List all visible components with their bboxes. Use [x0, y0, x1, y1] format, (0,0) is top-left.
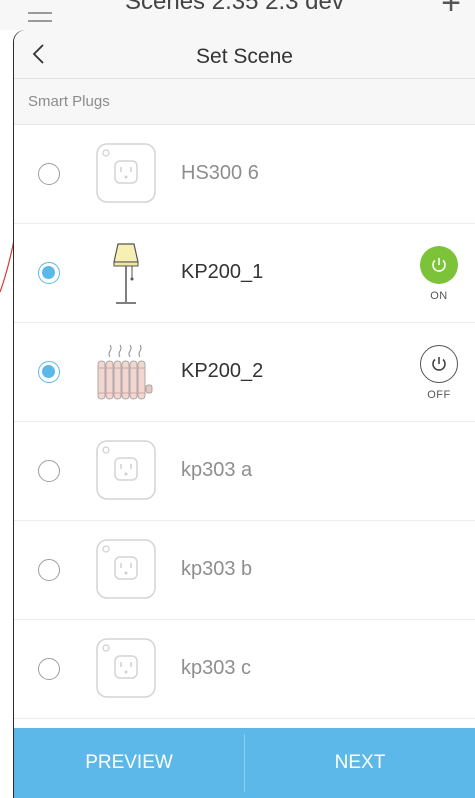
plug-icon — [96, 440, 156, 502]
radio-button[interactable] — [38, 163, 60, 185]
floor-lamp-icon — [96, 242, 156, 304]
preview-button[interactable]: PREVIEW — [14, 728, 244, 798]
footer-actions: PREVIEW NEXT — [14, 728, 475, 798]
power-icon — [432, 258, 446, 272]
power-on-button[interactable] — [420, 246, 458, 284]
device-row-hs300-6[interactable]: HS300 6 — [14, 125, 475, 224]
radio-button-selected[interactable] — [38, 361, 60, 383]
radio-button-selected[interactable] — [38, 262, 60, 284]
next-button[interactable]: NEXT — [245, 728, 475, 798]
device-row-kp200-2[interactable]: KP200_2 OFF — [14, 323, 475, 422]
section-header: Smart Plugs — [14, 79, 475, 125]
section-label: Smart Plugs — [28, 93, 110, 110]
device-name: kp303 c — [181, 657, 252, 679]
power-icon — [432, 357, 446, 371]
plus-icon: + — [441, 0, 461, 22]
plug-icon — [96, 143, 156, 205]
device-row-kp303-b[interactable]: kp303 b — [14, 521, 475, 620]
device-name: kp303 a — [181, 459, 253, 481]
red-annotation-line — [0, 239, 14, 293]
power-state-label: ON — [430, 290, 448, 302]
power-state-label: OFF — [427, 389, 451, 401]
radio-button[interactable] — [38, 658, 60, 680]
power-off-button[interactable] — [420, 345, 458, 383]
set-scene-sheet: Set Scene Smart Plugs HS300 6 KP200_1 ON… — [14, 30, 475, 798]
plug-icon — [96, 539, 156, 601]
header-bar: Set Scene — [14, 30, 475, 79]
page-title: Set Scene — [196, 45, 293, 68]
radio-button[interactable] — [38, 559, 60, 581]
radiator-heater-icon — [96, 341, 156, 403]
power-toggle[interactable]: OFF — [419, 345, 459, 401]
device-row-kp303-a[interactable]: kp303 a — [14, 422, 475, 521]
device-row-kp303-c[interactable]: kp303 c — [14, 620, 475, 719]
device-name: HS300 6 — [181, 162, 259, 184]
device-name: KP200_1 — [181, 261, 264, 283]
power-toggle[interactable]: ON — [419, 246, 459, 302]
device-name: kp303 b — [181, 558, 253, 580]
device-row-kp200-1[interactable]: KP200_1 ON — [14, 224, 475, 323]
background-title: Scenes 2.35 2.3 dev — [125, 0, 344, 15]
radio-button[interactable] — [38, 460, 60, 482]
menu-icon — [28, 12, 52, 28]
background-screen: Scenes 2.35 2.3 dev + — [0, 0, 475, 30]
device-name: KP200_2 — [181, 360, 264, 382]
device-list: HS300 6 KP200_1 ON KP200_2 OFF kp303 a k… — [14, 125, 475, 719]
plug-icon — [96, 638, 156, 700]
